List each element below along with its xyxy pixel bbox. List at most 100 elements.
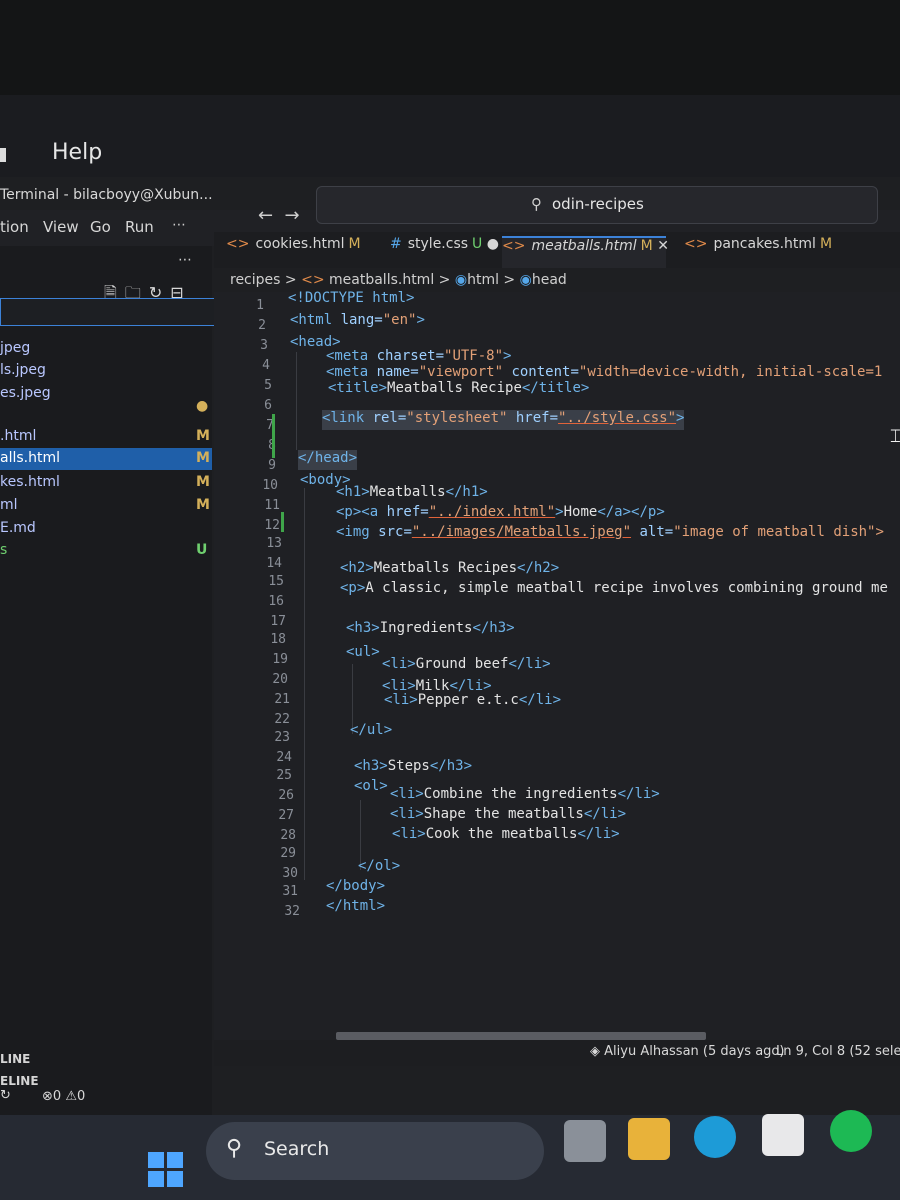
line-number: 1 xyxy=(256,298,264,313)
line-number: 2 xyxy=(258,318,266,333)
menu-overflow-icon[interactable]: ⋯ xyxy=(172,217,186,233)
sync-icon[interactable]: ↻ xyxy=(0,1088,11,1103)
line-number: 14 xyxy=(266,556,282,571)
file-item[interactable]: .html M xyxy=(0,426,212,448)
cursor-position[interactable]: Ln 9, Col 8 (52 selecte xyxy=(776,1044,900,1059)
search-icon: ⚲ xyxy=(226,1136,243,1161)
code-line: <p><a href="../index.html">Home</a></p> xyxy=(336,504,665,520)
menu-go[interactable]: Go xyxy=(90,218,111,236)
line-number: 22 xyxy=(274,712,290,727)
tab-cookies[interactable]: <> cookies.html M xyxy=(226,236,361,266)
file-item[interactable]: ls.jpeg xyxy=(0,360,212,382)
horizontal-scrollbar[interactable] xyxy=(336,1032,706,1040)
forward-arrow-icon[interactable]: → xyxy=(285,205,300,226)
code-line: <h3>Steps</h3> xyxy=(354,758,473,774)
file-item[interactable]: ● xyxy=(0,396,212,418)
git-commit-icon: ◈ xyxy=(590,1044,600,1059)
code-line: <li>Shape the meatballs</li> xyxy=(390,806,627,822)
code-line: </ol> xyxy=(358,858,401,874)
git-status-badge: M xyxy=(196,474,210,490)
line-number: 27 xyxy=(278,808,294,823)
unsaved-dot-icon[interactable]: ● xyxy=(487,236,499,252)
git-change-marker xyxy=(272,414,275,458)
menu-view[interactable]: View xyxy=(43,218,79,236)
line-number: 32 xyxy=(284,904,300,919)
error-icon: ⊗ xyxy=(42,1089,53,1104)
timeline-section[interactable]: ELINE xyxy=(0,1074,39,1088)
text-cursor-icon: ⌶ xyxy=(890,426,900,447)
code-line: <li>Cook the meatballs</li> xyxy=(392,826,620,842)
line-number: 9 xyxy=(268,458,276,473)
problems-indicator[interactable]: ⊗0 ⚠0 xyxy=(42,1089,85,1104)
file-item-selected[interactable]: alls.html M xyxy=(0,448,212,470)
menu-run[interactable]: Run xyxy=(125,218,154,236)
close-icon[interactable]: ✕ xyxy=(657,238,669,254)
breadcrumb-head[interactable]: head xyxy=(532,272,567,288)
help-menu[interactable]: Help xyxy=(52,140,102,165)
microsoft-store-icon[interactable] xyxy=(762,1114,804,1156)
file-item[interactable]: jpeg xyxy=(0,338,212,360)
line-number: 7 xyxy=(266,418,274,433)
line-number: 16 xyxy=(268,594,284,609)
line-number: 12 xyxy=(264,518,280,533)
code-line: <ol> xyxy=(354,778,388,794)
element-icon: ◉ xyxy=(454,272,468,288)
breadcrumb-html[interactable]: html xyxy=(467,272,499,288)
breadcrumb-folder[interactable]: recipes xyxy=(230,272,280,288)
menu-selection[interactable]: tion xyxy=(0,218,29,236)
line-number: 13 xyxy=(266,536,282,551)
taskbar-search[interactable]: ⚲ Search xyxy=(206,1122,544,1180)
line-number: 18 xyxy=(270,632,286,647)
code-line-selected: </head> xyxy=(298,450,358,470)
spotify-icon[interactable] xyxy=(830,1110,872,1152)
breadcrumb-file[interactable]: meatballs.html xyxy=(329,272,434,288)
code-line: </html> xyxy=(326,898,386,914)
warning-icon: ⚠ xyxy=(65,1089,77,1104)
file-item[interactable]: kes.html M xyxy=(0,472,212,494)
status-bar: ◈ Aliyu Alhassan (5 days ago) Ln 9, Col … xyxy=(214,1040,900,1066)
html-file-icon: <> xyxy=(301,272,325,288)
line-number: 6 xyxy=(264,398,272,413)
modified-dot: ● xyxy=(196,398,209,414)
file-item[interactable]: sU xyxy=(0,540,212,562)
file-explorer-icon[interactable] xyxy=(628,1118,670,1160)
outline-section[interactable]: LINE xyxy=(0,1052,30,1066)
indent-guide xyxy=(296,352,297,450)
terminal-window-title[interactable]: Terminal - bilacboyy@Xubun... xyxy=(0,187,213,203)
explorer-rename-input[interactable] xyxy=(0,298,216,326)
code-line: <title>Meatballs Recipe</title> xyxy=(328,380,590,396)
code-editor[interactable] xyxy=(214,292,900,1052)
git-blame[interactable]: ◈ Aliyu Alhassan (5 days ago) xyxy=(590,1044,784,1059)
task-view-icon[interactable] xyxy=(564,1120,606,1162)
line-number: 23 xyxy=(274,730,290,745)
tab-meatballs[interactable]: <> meatballs.html M ✕ xyxy=(502,236,669,268)
code-line: <h3>Ingredients</h3> xyxy=(346,620,515,636)
line-number: 4 xyxy=(262,358,270,373)
line-number: 10 xyxy=(262,478,278,493)
line-number: 3 xyxy=(260,338,268,353)
edge-browser-icon[interactable] xyxy=(694,1116,736,1158)
code-line: <ul> xyxy=(346,644,380,660)
tab-style[interactable]: # style.css U ● xyxy=(390,236,499,266)
code-line-selected: <link rel="stylesheet" href="../style.cs… xyxy=(322,410,685,430)
back-arrow-icon[interactable]: ← xyxy=(258,205,273,226)
command-center[interactable]: ⚲ odin-recipes xyxy=(316,186,878,224)
code-line: <h2>Meatballs Recipes</h2> xyxy=(340,560,560,576)
tab-pancakes[interactable]: <> pancakes.html M xyxy=(684,236,832,266)
line-number: 20 xyxy=(272,672,288,687)
windows-start-icon[interactable] xyxy=(148,1152,184,1188)
code-line: <h1>Meatballs</h1> xyxy=(336,484,488,500)
html-file-icon: <> xyxy=(502,238,526,254)
git-status-badge: M xyxy=(196,450,210,466)
line-number: 21 xyxy=(274,692,290,707)
line-number: 17 xyxy=(270,614,286,629)
code-line: <li>Pepper e.t.c</li> xyxy=(384,692,562,708)
line-number: 28 xyxy=(280,828,296,843)
line-number: 19 xyxy=(272,652,288,667)
monitor-bezel xyxy=(0,0,900,95)
html-file-icon: <> xyxy=(226,236,250,252)
file-item[interactable]: E.md xyxy=(0,518,212,540)
line-number: 29 xyxy=(280,846,296,861)
explorer-more-icon[interactable]: ⋯ xyxy=(178,252,192,268)
file-item[interactable]: ml M xyxy=(0,495,212,517)
